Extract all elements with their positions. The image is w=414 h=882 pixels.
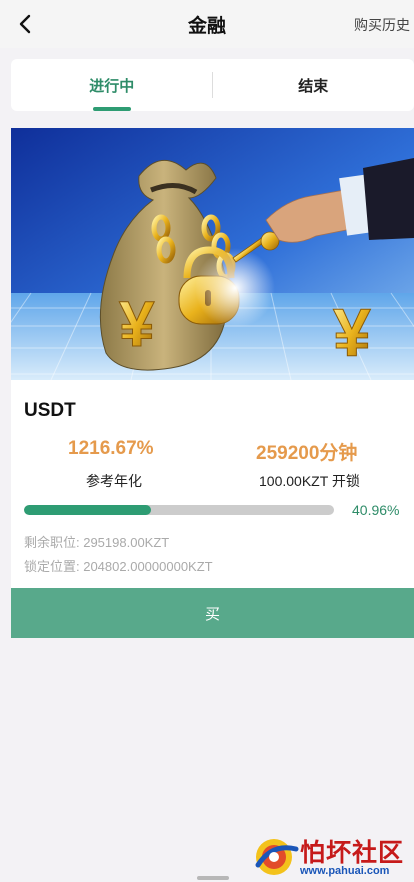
product-name: USDT: [24, 400, 76, 421]
home-indicator: [197, 876, 229, 880]
progress-bar: [24, 505, 334, 515]
progress-percent: 40.96%: [352, 502, 400, 518]
tab-finished[interactable]: 结束: [213, 59, 414, 111]
tab-in-progress-label: 进行中: [89, 77, 135, 95]
active-tab-indicator: [93, 107, 131, 111]
svg-text:¥: ¥: [119, 288, 155, 360]
locked-position: 锁定位置: 204802.00000000KZT: [24, 559, 213, 574]
svg-text:¥: ¥: [333, 295, 371, 371]
purchase-history-link[interactable]: 购买历史: [354, 15, 410, 35]
header: 金融 购买历史: [0, 0, 414, 48]
remaining-position: 剩余职位: 295198.00KZT: [24, 535, 170, 550]
banner-image: ¥ ¥: [11, 128, 414, 380]
watermark-logo: 怕坏社区 www.pahuai.com: [252, 835, 412, 880]
watermark-name: 怕坏社区: [300, 838, 405, 867]
page-title: 金融: [187, 16, 226, 37]
duration-value: 259200分钟: [256, 443, 358, 464]
watermark-url: www.pahuai.com: [300, 865, 390, 877]
progress-bar-fill: [24, 505, 151, 515]
buy-button[interactable]: 买: [11, 588, 414, 638]
status-tabs: 进行中 结束: [11, 59, 414, 111]
product-card: ¥ ¥ USDT 1216.67% 参考年化 259200分钟 100.00KZ…: [11, 128, 414, 638]
tab-in-progress[interactable]: 进行中: [11, 59, 213, 111]
min-amount-label: 100.00KZT 开锁: [259, 473, 360, 489]
tab-finished-label: 结束: [298, 77, 329, 95]
annual-rate-label: 参考年化: [86, 473, 142, 489]
watermark-emblem-icon: [255, 839, 299, 875]
annual-rate-value: 1216.67%: [68, 438, 154, 459]
